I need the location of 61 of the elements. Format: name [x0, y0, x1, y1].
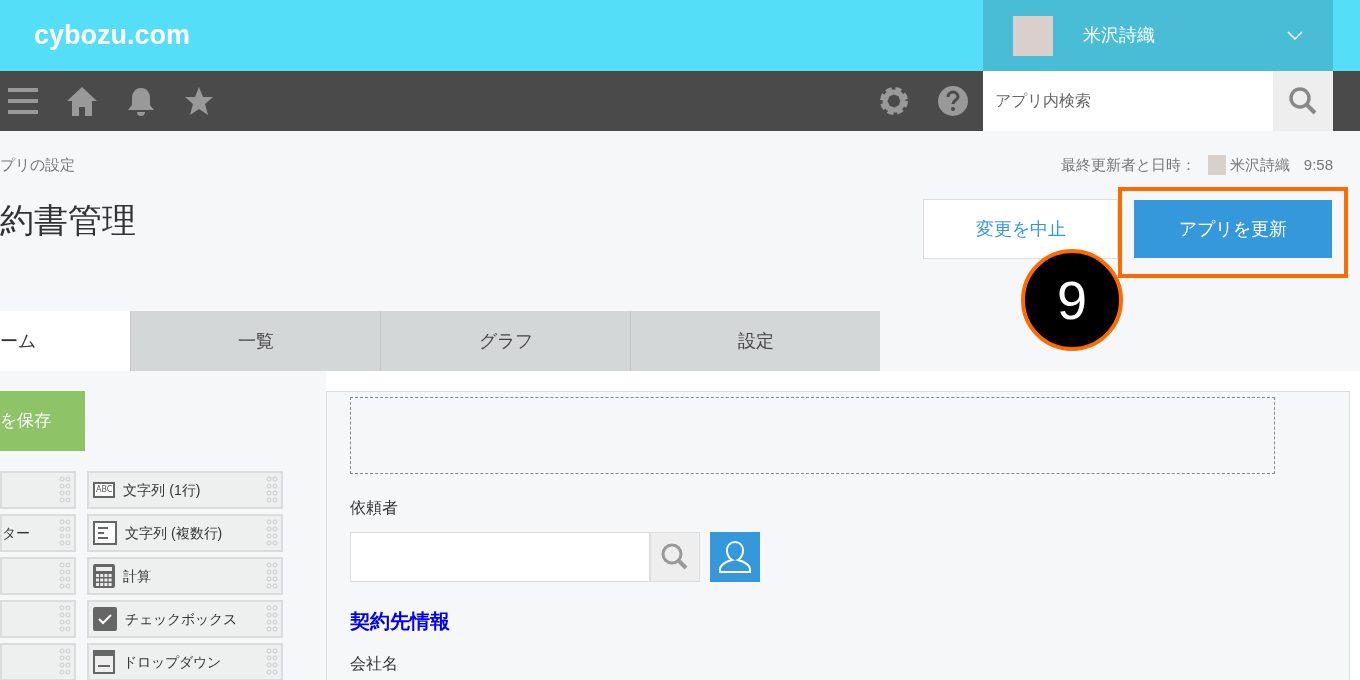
- field-label: 会社名: [350, 654, 399, 674]
- field-palette-item[interactable]: 文字列 (複数行): [87, 514, 283, 552]
- tab[interactable]: 設定: [630, 311, 880, 371]
- tab[interactable]: 一覧: [130, 311, 380, 371]
- palette-label: ドロップダウン: [123, 652, 222, 672]
- field-palette-item[interactable]: ABC 文字列 (1行): [87, 471, 283, 509]
- calculator-icon: [93, 564, 115, 588]
- drag-handle-icon[interactable]: [59, 647, 71, 677]
- palette-label: 文字列 (1行): [123, 480, 202, 500]
- field-palette-item[interactable]: [0, 600, 76, 638]
- home-icon[interactable]: [66, 86, 98, 116]
- drag-handle-icon[interactable]: [266, 475, 278, 505]
- palette-label: チェックボックス: [125, 609, 238, 629]
- search-icon: [660, 542, 690, 572]
- search-button[interactable]: [650, 532, 700, 582]
- help-icon[interactable]: [938, 86, 968, 116]
- breadcrumb[interactable]: プリの設定: [0, 153, 75, 177]
- search-icon: [1288, 86, 1318, 116]
- palette-label: ター: [2, 523, 30, 543]
- field-palette-item[interactable]: [0, 471, 76, 509]
- field-palette-item[interactable]: チェックボックス: [87, 600, 283, 638]
- checkbox-icon: [93, 607, 117, 631]
- bell-icon[interactable]: [126, 86, 156, 116]
- menu-icon[interactable]: [8, 87, 38, 115]
- drag-handle-icon[interactable]: [266, 647, 278, 677]
- updater-name[interactable]: 米沢詩織: [1229, 153, 1290, 177]
- tab[interactable]: グラフ: [380, 311, 630, 371]
- star-icon[interactable]: [184, 86, 214, 116]
- drag-handle-icon[interactable]: [266, 561, 278, 591]
- field-palette-item[interactable]: ドロップダウン: [87, 643, 283, 680]
- drag-handle-icon[interactable]: [59, 561, 71, 591]
- avatar: [1013, 15, 1053, 56]
- field-palette-item[interactable]: [0, 557, 76, 595]
- settings-icon[interactable]: [878, 85, 910, 117]
- chevron-down-icon: [1287, 30, 1303, 41]
- drag-handle-icon[interactable]: [59, 604, 71, 634]
- search-button[interactable]: [1273, 71, 1333, 131]
- user-input[interactable]: [350, 532, 650, 582]
- section-label: 契約先情報: [350, 609, 451, 634]
- field-palette-item[interactable]: 計算: [87, 557, 283, 595]
- drag-handle-icon[interactable]: [59, 518, 71, 548]
- dropdown-icon: [93, 650, 115, 674]
- update-time: 9:58: [1303, 154, 1333, 175]
- avatar: [1207, 155, 1226, 175]
- multiline-field-icon: [93, 521, 117, 545]
- drag-handle-icon[interactable]: [266, 604, 278, 634]
- person-icon: [717, 539, 753, 575]
- tab[interactable]: ーム: [0, 311, 130, 371]
- text-field-icon: ABC: [93, 482, 116, 498]
- field-label: 依頼者: [350, 498, 399, 518]
- palette-label: 文字列 (複数行): [125, 523, 224, 543]
- last-updated-label: 最終更新者と日時：: [1060, 154, 1196, 175]
- search-field[interactable]: アプリ内検索: [983, 71, 1273, 131]
- step-number-badge: 9: [1021, 249, 1123, 351]
- drag-handle-icon[interactable]: [59, 475, 71, 505]
- field-palette-item[interactable]: [0, 643, 76, 680]
- drag-handle-icon[interactable]: [266, 518, 278, 548]
- user-select-button[interactable]: [710, 532, 760, 582]
- app-title: 約書管理: [0, 200, 136, 241]
- field-palette-item[interactable]: ター: [0, 514, 76, 552]
- palette-label: 計算: [123, 566, 152, 586]
